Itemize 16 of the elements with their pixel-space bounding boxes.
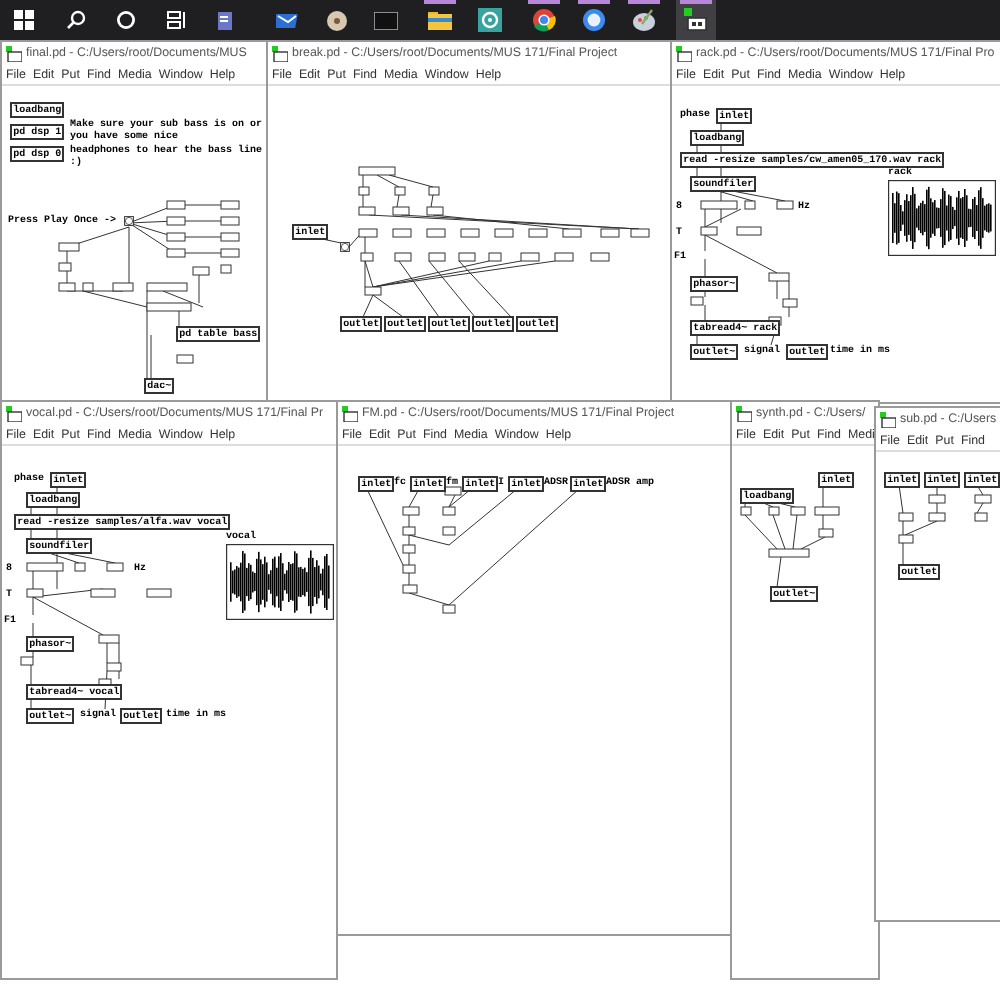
palette-icon	[632, 8, 656, 32]
search-icon	[66, 10, 86, 30]
document-icon	[213, 9, 235, 31]
circle-icon	[116, 10, 136, 30]
bang-button[interactable]	[340, 242, 350, 252]
windows-icon	[14, 10, 34, 30]
disc-icon	[325, 9, 347, 31]
envelope-icon	[275, 11, 297, 29]
browser-icon	[532, 8, 556, 32]
folder-icon	[428, 10, 452, 30]
taskbar-button[interactable]	[676, 0, 716, 40]
task-view-icon	[166, 10, 186, 30]
terminal-icon	[374, 11, 398, 29]
pd-icon	[684, 8, 708, 32]
chat-bubble-icon	[582, 8, 606, 32]
bang-button[interactable]	[124, 216, 134, 226]
